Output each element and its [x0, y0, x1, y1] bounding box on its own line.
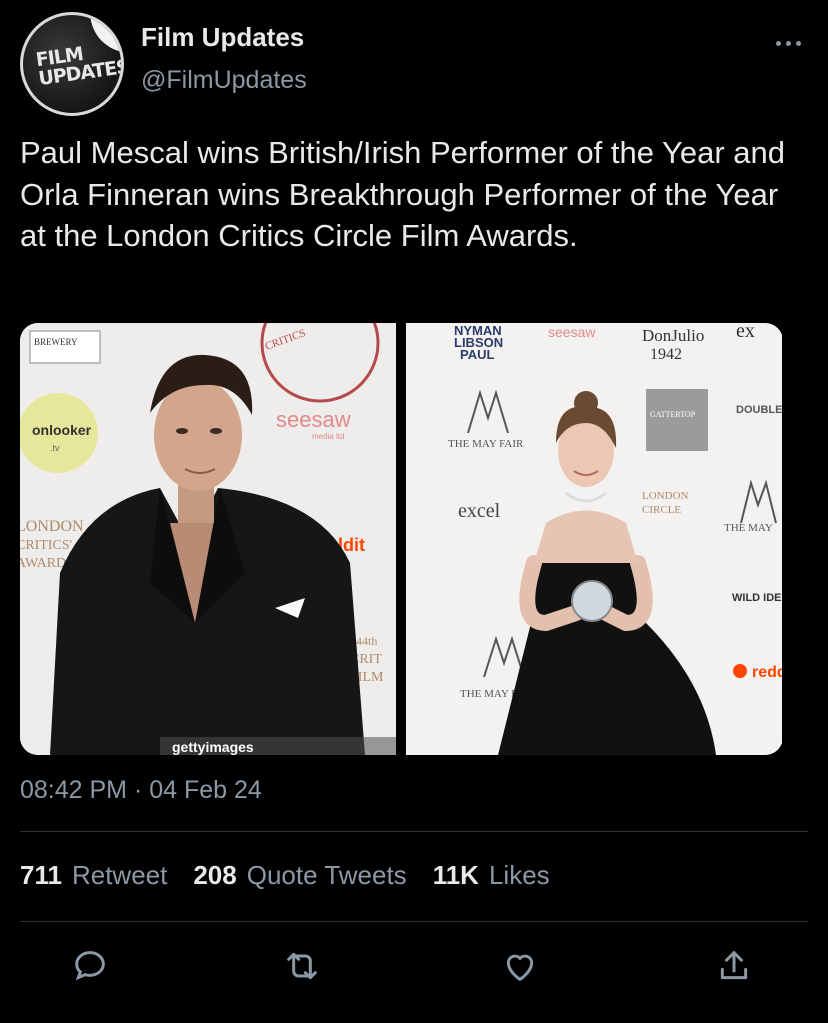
like-icon[interactable]	[500, 946, 546, 992]
backdrop-gattertop: GATTERTOP	[650, 410, 696, 419]
svg-text:seesaw: seesaw	[548, 324, 596, 340]
backdrop-paul: PAUL	[460, 347, 494, 362]
gettyimages-watermark: gettyimages	[160, 737, 396, 755]
avatar-logo: FILM UPDATES	[35, 39, 121, 90]
tweet-stats: 711 Retweet 208 Quote Tweets 11K Likes	[20, 860, 576, 891]
user-handle[interactable]: @FilmUpdates	[141, 66, 307, 95]
likes-stat[interactable]: 11K Likes	[433, 860, 550, 891]
backdrop-reddit: reddit	[752, 664, 782, 681]
backdrop-double-dutch: DOUBLE DUTCH	[736, 404, 782, 416]
svg-text:THE MAY: THE MAY	[724, 522, 773, 534]
tweet-text: Paul Mescal wins British/Irish Performer…	[20, 135, 786, 253]
display-name[interactable]: Film Updates	[141, 22, 304, 53]
retweet-icon[interactable]	[282, 946, 328, 992]
retweets-label: Retweet	[71, 860, 168, 890]
photo-right-illustration: NYMAN LIBSON PAUL seesaw DonJulio 1942 e…	[406, 323, 782, 755]
more-options-icon[interactable]	[776, 38, 806, 48]
photo-paul-mescal[interactable]: BREWERY CRITICS onlooker .tv seesaw medi…	[20, 323, 396, 755]
photo-left-illustration: BREWERY CRITICS onlooker .tv seesaw medi…	[20, 323, 396, 755]
svg-text:CIRCLE: CIRCLE	[642, 504, 681, 516]
backdrop-seesaw: seesaw	[276, 407, 351, 432]
quote-tweets-label: Quote Tweets	[246, 860, 407, 890]
likes-count: 11K	[432, 860, 479, 890]
tweet-actions	[0, 946, 828, 996]
quote-tweets-count: 208	[193, 860, 237, 890]
backdrop-excel: excel	[458, 500, 501, 522]
backdrop-seesaw-sub: media ltd	[312, 432, 344, 441]
backdrop-onlooker-tv: .tv	[50, 443, 60, 453]
svg-text:ex: ex	[736, 323, 755, 342]
svg-text:LONDON: LONDON	[642, 490, 688, 502]
tweet-timestamp[interactable]: 08:42 PM · 04 Feb 24	[20, 776, 262, 805]
photo-orla-finneran[interactable]: NYMAN LIBSON PAUL seesaw DonJulio 1942 e…	[406, 323, 782, 755]
retweets-stat[interactable]: 711 Retweet	[20, 860, 167, 891]
backdrop-mayfair: THE MAY FAIR	[448, 438, 524, 450]
avatar[interactable]: FILM UPDATES	[20, 12, 124, 116]
reply-icon[interactable]	[70, 946, 116, 992]
backdrop-london: LONDON	[20, 518, 84, 535]
backdrop-brewery: BREWERY	[34, 337, 78, 347]
likes-label: Likes	[488, 860, 550, 890]
svg-text:THE MAY F: THE MAY F	[460, 688, 517, 700]
backdrop-wild-idea: WILD IDEA	[732, 592, 782, 604]
quote-tweets-stat[interactable]: 208 Quote Tweets	[193, 860, 406, 891]
retweets-count: 711	[20, 860, 62, 890]
backdrop-onlooker: onlooker	[32, 422, 92, 438]
backdrop-1942: 1942	[650, 346, 682, 363]
divider-bottom	[20, 921, 808, 922]
backdrop-44th: 44th	[356, 634, 377, 648]
tweet-header: FILM UPDATES Film Updates @FilmUpdates	[20, 12, 810, 116]
backdrop-donjulio: DonJulio	[642, 326, 704, 345]
share-icon[interactable]	[714, 946, 760, 992]
tweet-media[interactable]: BREWERY CRITICS onlooker .tv seesaw medi…	[20, 323, 783, 755]
divider-top	[20, 831, 808, 832]
